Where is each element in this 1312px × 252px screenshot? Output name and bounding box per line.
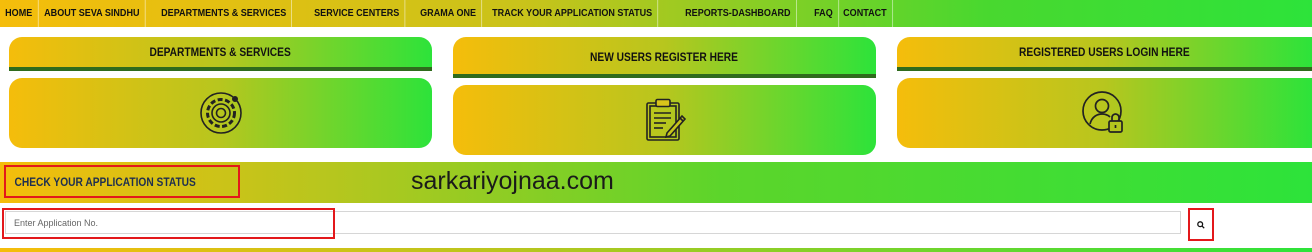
nav-home[interactable]: HOME (0, 0, 39, 27)
bottom-strip (0, 248, 1312, 252)
watermark-text: sarkariyojnaa.com (411, 167, 614, 195)
register-card-title: NEW USERS REGISTER HERE (590, 49, 739, 64)
login-card-body[interactable] (897, 78, 1312, 148)
login-card-header[interactable]: REGISTERED USERS LOGIN HERE (897, 37, 1312, 71)
search-button[interactable] (1188, 208, 1214, 241)
register-card-header[interactable]: NEW USERS REGISTER HERE (453, 37, 876, 78)
departments-card-header[interactable]: DEPARTMENTS & SERVICES (9, 37, 432, 71)
register-card-body[interactable] (453, 85, 876, 155)
gear-icon (199, 92, 242, 134)
nav-track-status[interactable]: TRACK YOUR APPLICATION STATUS (487, 0, 658, 27)
check-status-label: CHECK YOUR APPLICATION STATUS (14, 174, 196, 189)
status-bar: CHECK YOUR APPLICATION STATUS (0, 162, 1312, 203)
nav-contact[interactable]: CONTACT (838, 0, 893, 27)
application-number-input[interactable] (5, 211, 1181, 234)
register-card[interactable]: NEW USERS REGISTER HERE (453, 37, 876, 155)
user-lock-icon (1081, 91, 1123, 133)
search-icon (1197, 220, 1205, 229)
top-nav: HOME ABOUT SEVA SINDHU DEPARTMENTS & SER… (0, 0, 1312, 27)
departments-card-body[interactable] (9, 78, 432, 148)
departments-card-title: DEPARTMENTS & SERVICES (149, 45, 292, 59)
check-status-label-box: CHECK YOUR APPLICATION STATUS (4, 165, 240, 198)
login-card[interactable]: REGISTERED USERS LOGIN HERE (897, 37, 1312, 149)
nav-departments[interactable]: DEPARTMENTS & SERVICES (156, 0, 293, 27)
clipboard-edit-icon (645, 98, 686, 141)
nav-about[interactable]: ABOUT SEVA SINDHU (39, 0, 146, 27)
login-card-title: REGISTERED USERS LOGIN HERE (1019, 45, 1190, 59)
nav-reports-dashboard[interactable]: REPORTS-DASHBOARD (680, 0, 797, 27)
nav-service-centers[interactable]: SERVICE CENTERS (309, 0, 406, 27)
search-row (0, 203, 1312, 249)
departments-card[interactable]: DEPARTMENTS & SERVICES (9, 37, 432, 149)
nav-grama-one[interactable]: GRAMA ONE (415, 0, 482, 27)
nav-faq[interactable]: FAQ (809, 0, 840, 27)
